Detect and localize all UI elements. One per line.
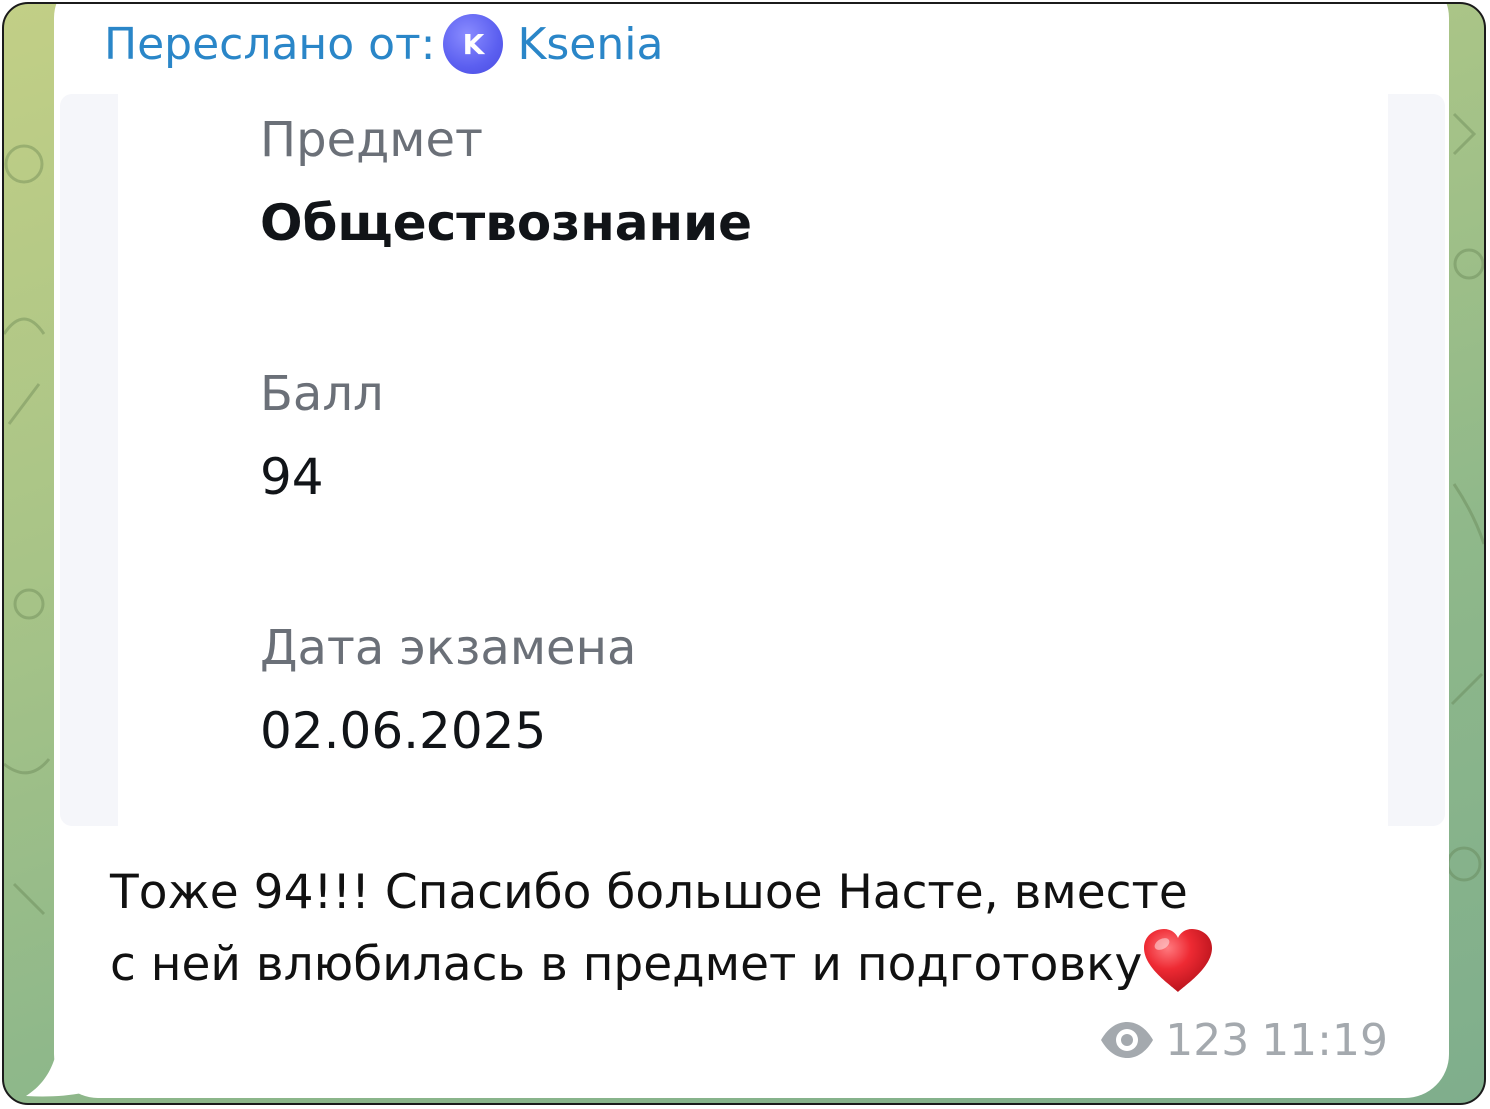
subject-value: Обществознание bbox=[260, 194, 753, 252]
message-meta: 123 11:19 bbox=[1099, 1012, 1388, 1068]
score-value: 94 bbox=[260, 448, 324, 506]
score-label: Балл bbox=[260, 366, 384, 422]
eye-icon bbox=[1101, 1022, 1154, 1058]
forwarded-prefix: Переслано от: bbox=[104, 18, 436, 70]
views-count: 123 bbox=[1165, 1014, 1250, 1066]
attached-image[interactable]: Предмет Обществознание Балл 94 Дата экза… bbox=[60, 94, 1445, 826]
message-line-1: Тоже 94!!! Спасибо большое Насте, вместе bbox=[110, 865, 1188, 920]
chat-window: Переслано от: K Ksenia Предмет Обществоз… bbox=[2, 2, 1486, 1105]
exam-date-value: 02.06.2025 bbox=[260, 702, 547, 760]
message-line-2: с ней влюбилась в предмет и подготовку bbox=[110, 928, 1370, 1000]
bubble-tail-shape bbox=[26, 994, 122, 1097]
avatar-letter: K bbox=[462, 27, 485, 61]
forwarded-from-header[interactable]: Переслано от: K Ksenia bbox=[104, 14, 663, 74]
subject-label: Предмет bbox=[260, 112, 483, 168]
exam-result-card: Предмет Обществознание Балл 94 Дата экза… bbox=[118, 94, 1388, 826]
exam-date-label: Дата экзамена bbox=[260, 620, 637, 676]
message-text: Тоже 94!!! Спасибо большое Насте, вместе… bbox=[110, 858, 1370, 1000]
heart-emoji-icon bbox=[1144, 929, 1213, 992]
sender-avatar[interactable]: K bbox=[443, 14, 504, 74]
sender-name-link[interactable]: Ksenia bbox=[517, 19, 663, 70]
message-line-2-text: с ней влюбилась в предмет и подготовку bbox=[110, 937, 1143, 992]
message-time: 11:19 bbox=[1261, 1014, 1388, 1066]
